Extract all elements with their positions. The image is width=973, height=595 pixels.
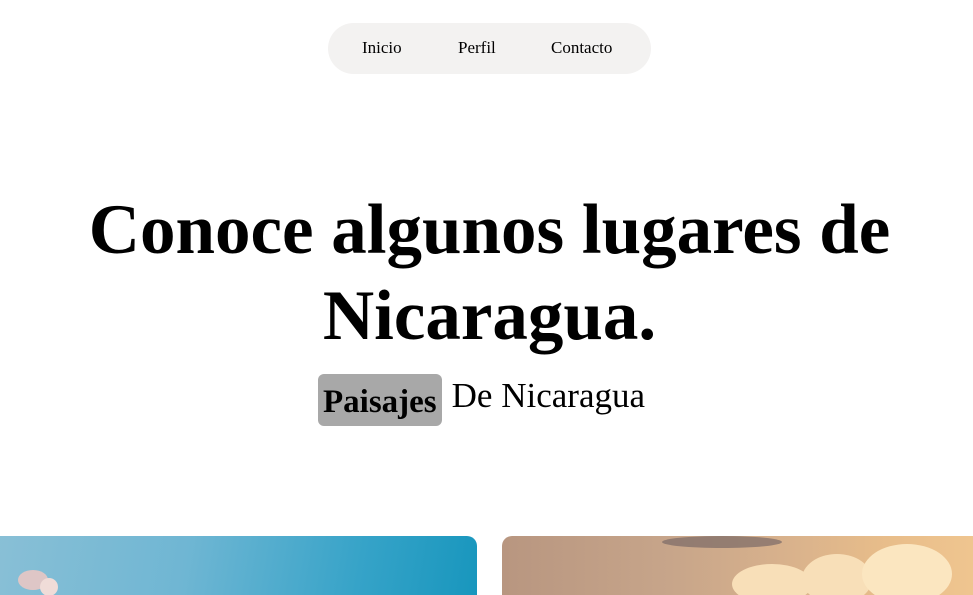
cloud-shape: [662, 536, 782, 548]
hero-tagline: Paisajes De Nicaragua: [318, 374, 645, 426]
navbar: Inicio Perfil Contacto: [328, 23, 651, 74]
gallery-image-sky[interactable]: [0, 536, 477, 595]
cloud-shape: [732, 564, 812, 595]
nav-link-contacto[interactable]: Contacto: [551, 38, 612, 58]
gallery-image-sunset[interactable]: [502, 536, 973, 595]
paisajes-badge: Paisajes: [318, 374, 442, 426]
cloud-shape: [862, 544, 952, 595]
page: Inicio Perfil Contacto Conoce algunos lu…: [0, 0, 973, 595]
hero-subtitle: De Nicaragua: [451, 376, 646, 415]
cloud-shape: [40, 578, 58, 595]
nav-link-inicio[interactable]: Inicio: [362, 38, 402, 58]
hero-title: Conoce algunos lugares de Nicaragua.: [88, 191, 891, 355]
nav-link-perfil[interactable]: Perfil: [458, 38, 496, 58]
